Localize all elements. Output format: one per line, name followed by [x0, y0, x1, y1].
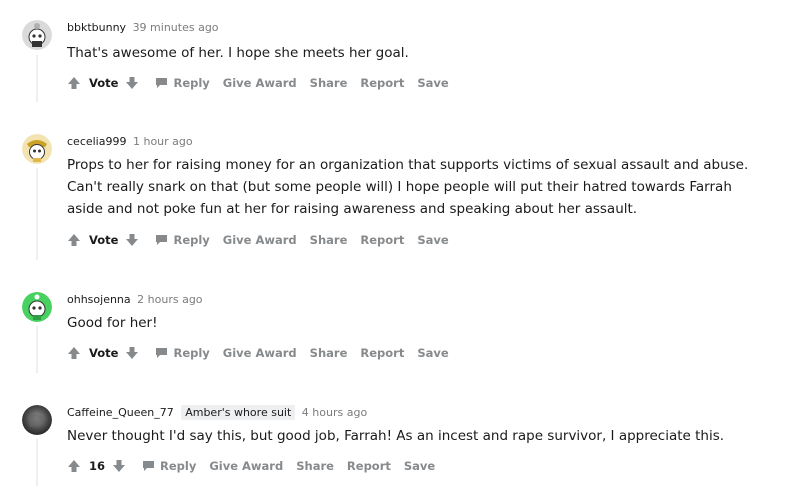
comment-body: That's awesome of her. I hope she meets …: [67, 45, 409, 61]
timestamp[interactable]: 4 hours ago: [302, 406, 367, 419]
timestamp[interactable]: 2 hours ago: [137, 293, 202, 306]
reply-label: Reply: [160, 459, 197, 473]
reply-bubble-icon: [155, 347, 168, 359]
reply-bubble-icon: [155, 77, 168, 89]
username[interactable]: bbktbunny: [67, 21, 126, 34]
reply-bubble-icon: [142, 460, 155, 472]
downvote-arrow-icon[interactable]: [112, 459, 126, 473]
give-award-button[interactable]: Give Award: [223, 233, 297, 247]
user-avatar[interactable]: [22, 20, 52, 50]
share-button[interactable]: Share: [310, 346, 348, 360]
user-flair: Amber's whore suit: [181, 405, 296, 420]
comment-actions: Vote Reply Give Award Share Report Save: [67, 343, 449, 363]
vote-count: Vote: [89, 76, 119, 90]
report-button[interactable]: Report: [347, 459, 391, 473]
comment-actions: 16 Reply Give Award Share Report Save: [67, 456, 435, 476]
reply-button[interactable]: Reply: [142, 459, 196, 473]
comment-actions: Vote Reply Give Award Share Report Save: [67, 230, 449, 250]
reply-button[interactable]: Reply: [155, 233, 210, 247]
user-photo-avatar-icon: [22, 405, 52, 435]
save-button[interactable]: Save: [417, 346, 448, 360]
thread-line[interactable]: [36, 168, 38, 260]
snoo-avatar-icon: [22, 20, 52, 50]
comment-body: Good for her!: [67, 315, 158, 331]
thread-line[interactable]: [36, 439, 38, 486]
comment-meta: cecelia999 1 hour ago: [67, 135, 193, 148]
comment-meta: bbktbunny 39 minutes ago: [67, 21, 219, 34]
username[interactable]: ohhsojenna: [67, 293, 131, 306]
user-avatar[interactable]: [22, 134, 52, 164]
downvote-arrow-icon[interactable]: [125, 76, 139, 90]
reply-bubble-icon: [155, 234, 168, 246]
snoo-avatar-icon: [22, 292, 52, 322]
save-button[interactable]: Save: [404, 459, 435, 473]
downvote-arrow-icon[interactable]: [125, 233, 139, 247]
user-avatar[interactable]: [22, 292, 52, 322]
share-button[interactable]: Share: [310, 76, 348, 90]
comment-meta: ohhsojenna 2 hours ago: [67, 293, 203, 306]
username[interactable]: cecelia999: [67, 135, 126, 148]
report-button[interactable]: Report: [360, 76, 404, 90]
thread-line[interactable]: [36, 326, 38, 373]
upvote-arrow-icon[interactable]: [67, 233, 81, 247]
reply-label: Reply: [173, 76, 210, 90]
upvote-arrow-icon[interactable]: [67, 346, 81, 360]
snoo-avatar-icon: [22, 134, 52, 164]
upvote-arrow-icon[interactable]: [67, 76, 81, 90]
give-award-button[interactable]: Give Award: [223, 76, 297, 90]
timestamp[interactable]: 1 hour ago: [133, 135, 193, 148]
reply-label: Reply: [173, 233, 210, 247]
vote-count: Vote: [89, 233, 119, 247]
share-button[interactable]: Share: [310, 233, 348, 247]
save-button[interactable]: Save: [417, 76, 448, 90]
share-button[interactable]: Share: [296, 459, 334, 473]
reply-label: Reply: [173, 346, 210, 360]
reply-button[interactable]: Reply: [155, 76, 210, 90]
user-avatar[interactable]: [22, 405, 52, 435]
downvote-arrow-icon[interactable]: [125, 346, 139, 360]
vote-count: 16: [89, 459, 106, 473]
give-award-button[interactable]: Give Award: [209, 459, 283, 473]
give-award-button[interactable]: Give Award: [223, 346, 297, 360]
vote-count: Vote: [89, 346, 119, 360]
thread-line[interactable]: [36, 55, 38, 102]
report-button[interactable]: Report: [360, 346, 404, 360]
comment-actions: Vote Reply Give Award Share Report Save: [67, 73, 449, 93]
username[interactable]: Caffeine_Queen_77: [67, 406, 174, 419]
timestamp[interactable]: 39 minutes ago: [133, 21, 219, 34]
comment-body: Never thought I'd say this, but good job…: [67, 428, 725, 444]
upvote-arrow-icon[interactable]: [67, 459, 81, 473]
reply-button[interactable]: Reply: [155, 346, 210, 360]
save-button[interactable]: Save: [417, 233, 448, 247]
comment-body: Props to her for raising money for an or…: [67, 157, 749, 217]
comment-meta: Caffeine_Queen_77 Amber's whore suit 4 h…: [67, 405, 367, 420]
report-button[interactable]: Report: [360, 233, 404, 247]
